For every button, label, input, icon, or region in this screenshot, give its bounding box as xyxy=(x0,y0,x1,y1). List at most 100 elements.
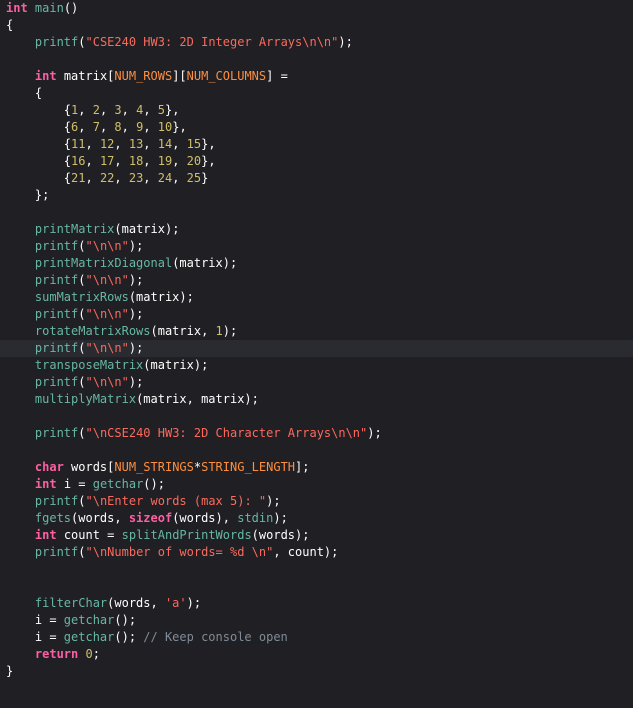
keyword-token: return xyxy=(34,647,79,661)
code-text: ); xyxy=(338,35,353,49)
code-text: , xyxy=(172,171,187,185)
function-token: printf xyxy=(34,341,79,355)
code-text: , xyxy=(99,120,115,134)
code-text: { xyxy=(6,18,14,32)
number-token: 17 xyxy=(99,154,115,168)
code-text: { xyxy=(6,103,72,117)
code-text: (matrix); xyxy=(128,290,194,304)
code-text: ( xyxy=(78,426,86,440)
function-token: printf xyxy=(34,545,79,559)
code-text: }, xyxy=(172,120,187,134)
code-line[interactable]: transposeMatrix(matrix); xyxy=(0,357,633,374)
string-token: "\n\n" xyxy=(85,341,129,355)
code-line[interactable] xyxy=(0,204,633,221)
keyword-token: int xyxy=(34,69,57,83)
code-line[interactable]: i = getchar(); // Keep console open xyxy=(0,629,633,646)
code-line[interactable]: int matrix[NUM_ROWS][NUM_COLUMNS] = xyxy=(0,68,633,85)
code-line[interactable]: printf("\nNumber of words= %d \n", count… xyxy=(0,544,633,561)
code-text: (); xyxy=(143,477,165,491)
macro-token: NUM_COLUMNS xyxy=(186,69,267,83)
code-line[interactable]: int i = getchar(); xyxy=(0,476,633,493)
code-line[interactable]: { xyxy=(0,85,633,102)
code-line[interactable]: printf("CSE240 HW3: 2D Integer Arrays\n\… xyxy=(0,34,633,51)
code-text: words[ xyxy=(63,460,115,474)
code-line[interactable]: i = getchar(); xyxy=(0,612,633,629)
code-editor[interactable]: int main(){ printf("CSE240 HW3: 2D Integ… xyxy=(0,0,633,708)
code-text: , xyxy=(143,120,158,134)
code-text: (words), xyxy=(172,511,238,525)
code-line[interactable]: printf("\n\n"); xyxy=(0,306,633,323)
code-line[interactable]: {11, 12, 13, 14, 15}, xyxy=(0,136,633,153)
code-line[interactable] xyxy=(0,408,633,425)
code-line[interactable]: printf("\nEnter words (max 5): "); xyxy=(0,493,633,510)
code-line[interactable]: } xyxy=(0,663,633,680)
code-text: ][ xyxy=(172,69,187,83)
code-text: , xyxy=(143,154,158,168)
code-text: () xyxy=(63,1,79,15)
code-line[interactable]: {21, 22, 23, 24, 25} xyxy=(0,170,633,187)
code-line[interactable]: return 0; xyxy=(0,646,633,663)
code-text: ( xyxy=(78,239,86,253)
code-line[interactable]: rotateMatrixRows(matrix, 1); xyxy=(0,323,633,340)
code-line[interactable]: int main() xyxy=(0,0,633,17)
code-line[interactable]: {1, 2, 3, 4, 5}, xyxy=(0,102,633,119)
code-line[interactable]: printf("\nCSE240 HW3: 2D Character Array… xyxy=(0,425,633,442)
function-token: sumMatrixRows xyxy=(34,290,129,304)
code-line[interactable]: printf("\n\n"); xyxy=(0,272,633,289)
code-line[interactable]: printf("\n\n"); xyxy=(0,374,633,391)
code-text: , xyxy=(143,103,158,117)
function-token: printf xyxy=(34,426,79,440)
code-line[interactable]: fgets(words, sizeof(words), stdin); xyxy=(0,510,633,527)
code-text: , xyxy=(121,120,137,134)
code-text: i = xyxy=(6,630,64,644)
string-token: "CSE240 HW3: 2D Integer Arrays\n\n" xyxy=(85,35,339,49)
number-token: 24 xyxy=(157,171,173,185)
code-line[interactable]: sumMatrixRows(matrix); xyxy=(0,289,633,306)
code-line[interactable]: multiplyMatrix(matrix, matrix); xyxy=(0,391,633,408)
code-line[interactable]: printMatrixDiagonal(matrix); xyxy=(0,255,633,272)
code-line[interactable] xyxy=(0,561,633,578)
code-text: ] = xyxy=(266,69,288,83)
code-line[interactable]: filterChar(words, 'a'); xyxy=(0,595,633,612)
code-line[interactable]: {16, 17, 18, 19, 20}, xyxy=(0,153,633,170)
code-line-current[interactable]: printf("\n\n"); xyxy=(0,340,633,357)
number-token: 14 xyxy=(157,137,173,151)
number-token: 15 xyxy=(186,137,202,151)
code-text: , xyxy=(85,137,100,151)
function-token: rotateMatrixRows xyxy=(34,324,151,338)
function-token: getchar xyxy=(63,613,115,627)
code-line[interactable] xyxy=(0,51,633,68)
code-line[interactable]: printf("\n\n"); xyxy=(0,238,633,255)
code-line[interactable]: {6, 7, 8, 9, 10}, xyxy=(0,119,633,136)
keyword-token: int xyxy=(6,1,28,15)
code-line[interactable] xyxy=(0,578,633,595)
code-text: ( xyxy=(78,273,86,287)
code-text: (words); xyxy=(251,528,310,542)
code-line[interactable]: int count = splitAndPrintWords(words); xyxy=(0,527,633,544)
code-text: i = xyxy=(56,477,93,491)
code-text: , xyxy=(121,103,137,117)
code-line[interactable]: printMatrix(matrix); xyxy=(0,221,633,238)
code-line[interactable]: char words[NUM_STRINGS*STRING_LENGTH]; xyxy=(0,459,633,476)
number-token: 10 xyxy=(157,120,173,134)
macro-token: STRING_LENGTH xyxy=(201,460,296,474)
number-token: 20 xyxy=(186,154,202,168)
function-token: getchar xyxy=(92,477,144,491)
code-text: (matrix); xyxy=(114,222,180,236)
code-text: ( xyxy=(78,307,86,321)
number-token: 2 xyxy=(92,103,100,117)
code-line[interactable]: }; xyxy=(0,187,633,204)
code-text: ( xyxy=(78,494,86,508)
code-text: ( xyxy=(78,375,86,389)
function-token: transposeMatrix xyxy=(34,358,144,372)
code-line[interactable]: { xyxy=(0,17,633,34)
string-token: "\nEnter words (max 5): " xyxy=(85,494,267,508)
code-line[interactable] xyxy=(0,442,633,459)
